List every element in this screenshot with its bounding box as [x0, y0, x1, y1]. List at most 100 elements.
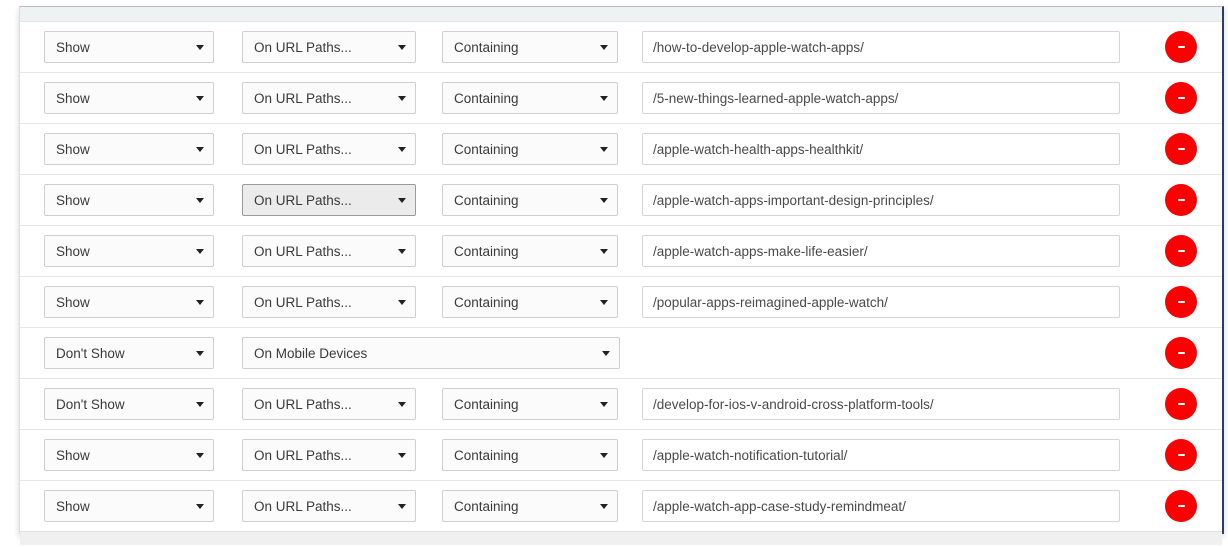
chevron-down-icon [196, 300, 204, 305]
chevron-down-icon [196, 147, 204, 152]
remove-rule-button[interactable] [1165, 337, 1197, 369]
rule-match-label: Containing [454, 141, 519, 157]
rule-url-value: /apple-watch-app-case-study-remindmeat/ [653, 498, 906, 514]
remove-rule-button[interactable] [1165, 235, 1197, 267]
rule-url-input[interactable]: /apple-watch-health-apps-healthkit/ [642, 133, 1120, 165]
rule-url-input[interactable]: /apple-watch-notification-tutorial/ [642, 439, 1120, 471]
rule-target-select[interactable]: On URL Paths... [242, 439, 416, 471]
remove-rule-button[interactable] [1165, 31, 1197, 63]
rule-match-select[interactable]: Containing [442, 31, 618, 63]
rule-url-input[interactable]: /develop-for-ios-v-android-cross-platfor… [642, 388, 1120, 420]
rule-match-select[interactable]: Containing [442, 388, 618, 420]
panel-header-bar [20, 7, 1222, 22]
remove-rule-button[interactable] [1165, 490, 1197, 522]
chevron-down-icon [196, 504, 204, 509]
remove-rule-button[interactable] [1165, 286, 1197, 318]
rule-target-select[interactable]: On URL Paths... [242, 235, 416, 267]
targeting-rules-panel: Show On URL Paths... Containing/how-to-dev… [19, 6, 1224, 545]
rule-row: Show On URL Paths... Containing/apple-watc… [20, 175, 1222, 226]
rule-match-select[interactable]: Containing [442, 184, 618, 216]
rule-action-select[interactable]: Show [44, 439, 214, 471]
rule-url-input[interactable]: /apple-watch-apps-make-life-easier/ [642, 235, 1120, 267]
rule-target-select[interactable]: On URL Paths... [242, 133, 416, 165]
rule-match-select[interactable]: Containing [442, 133, 618, 165]
remove-rule-button[interactable] [1165, 133, 1197, 165]
remove-rule-button[interactable] [1165, 184, 1197, 216]
rule-target-label: On URL Paths... [254, 396, 352, 412]
chevron-down-icon [398, 45, 406, 50]
panel-footer-bar [20, 531, 1222, 545]
rule-target-label: On Mobile Devices [254, 345, 368, 361]
rule-target-label: On URL Paths... [254, 39, 352, 55]
rule-row: Show On URL Paths... Containing/how-to-dev… [20, 22, 1222, 73]
rule-action-select[interactable]: Show [44, 490, 214, 522]
rule-action-select[interactable]: Show [44, 31, 214, 63]
minus-icon [1177, 148, 1185, 150]
chevron-down-icon [398, 453, 406, 458]
rule-action-select[interactable]: Show [44, 235, 214, 267]
chevron-down-icon [398, 402, 406, 407]
rule-row: Show On URL Paths... Containing/apple-watc… [20, 430, 1222, 481]
rule-action-label: Show [56, 294, 90, 310]
chevron-down-icon [398, 504, 406, 509]
remove-rule-button[interactable] [1165, 439, 1197, 471]
chevron-down-icon [600, 402, 608, 407]
chevron-down-icon [600, 147, 608, 152]
rule-action-select[interactable]: Show [44, 286, 214, 318]
chevron-down-icon [398, 198, 406, 203]
chevron-down-icon [602, 351, 610, 356]
chevron-down-icon [600, 45, 608, 50]
rule-target-select[interactable]: On URL Paths... [242, 490, 416, 522]
rule-match-select[interactable]: Containing [442, 490, 618, 522]
rule-action-select[interactable]: Don't Show [44, 388, 214, 420]
minus-icon [1177, 505, 1185, 507]
remove-rule-button[interactable] [1165, 82, 1197, 114]
targeting-rules-list: Show On URL Paths... Containing/how-to-dev… [20, 22, 1222, 531]
rule-action-label: Show [56, 192, 90, 208]
rule-target-select[interactable]: On URL Paths... [242, 82, 416, 114]
rule-row: Don't Show On URL Paths... Containing/deve… [20, 379, 1222, 430]
rule-row: Show On URL Paths... Containing/popular-ap… [20, 277, 1222, 328]
rule-row: Show On URL Paths... Containing/5-new-thin… [20, 73, 1222, 124]
chevron-down-icon [600, 453, 608, 458]
chevron-down-icon [398, 249, 406, 254]
rule-match-select[interactable]: Containing [442, 82, 618, 114]
rule-action-select[interactable]: Show [44, 133, 214, 165]
rule-match-label: Containing [454, 90, 519, 106]
remove-rule-button[interactable] [1165, 388, 1197, 420]
rule-url-input[interactable]: /popular-apps-reimagined-apple-watch/ [642, 286, 1120, 318]
rule-url-input[interactable]: /apple-watch-apps-important-design-princ… [642, 184, 1120, 216]
rule-target-select[interactable]: On URL Paths... [242, 286, 416, 318]
chevron-down-icon [600, 249, 608, 254]
rule-match-label: Containing [454, 498, 519, 514]
rule-action-label: Don't Show [56, 396, 125, 412]
rule-action-label: Don't Show [56, 345, 125, 361]
rule-target-select[interactable]: On URL Paths... [242, 388, 416, 420]
rule-url-input[interactable]: /how-to-develop-apple-watch-apps/ [642, 31, 1120, 63]
rule-match-select[interactable]: Containing [442, 439, 618, 471]
rule-row: Show On URL Paths... Containing/apple-watc… [20, 124, 1222, 175]
chevron-down-icon [600, 96, 608, 101]
rule-url-input[interactable]: /5-new-things-learned-apple-watch-apps/ [642, 82, 1120, 114]
rule-action-select[interactable]: Don't Show [44, 337, 214, 369]
rule-action-label: Show [56, 243, 90, 259]
rule-action-select[interactable]: Show [44, 184, 214, 216]
chevron-down-icon [196, 198, 204, 203]
rule-url-value: /apple-watch-apps-important-design-princ… [653, 192, 934, 208]
rule-match-select[interactable]: Containing [442, 286, 618, 318]
rule-target-select[interactable]: On URL Paths... [242, 31, 416, 63]
rule-match-label: Containing [454, 192, 519, 208]
rule-target-select[interactable]: On Mobile Devices [242, 337, 620, 369]
rule-match-select[interactable]: Containing [442, 235, 618, 267]
rule-url-input[interactable]: /apple-watch-app-case-study-remindmeat/ [642, 490, 1120, 522]
chevron-down-icon [398, 300, 406, 305]
rule-action-label: Show [56, 141, 90, 157]
rule-row: Don't Show On Mobile Devices [20, 328, 1222, 379]
rule-target-label: On URL Paths... [254, 90, 352, 106]
minus-icon [1177, 199, 1185, 201]
rule-target-label: On URL Paths... [254, 141, 352, 157]
rule-target-select[interactable]: On URL Paths... [242, 184, 416, 216]
rule-action-select[interactable]: Show [44, 82, 214, 114]
rule-match-label: Containing [454, 294, 519, 310]
chevron-down-icon [196, 351, 204, 356]
